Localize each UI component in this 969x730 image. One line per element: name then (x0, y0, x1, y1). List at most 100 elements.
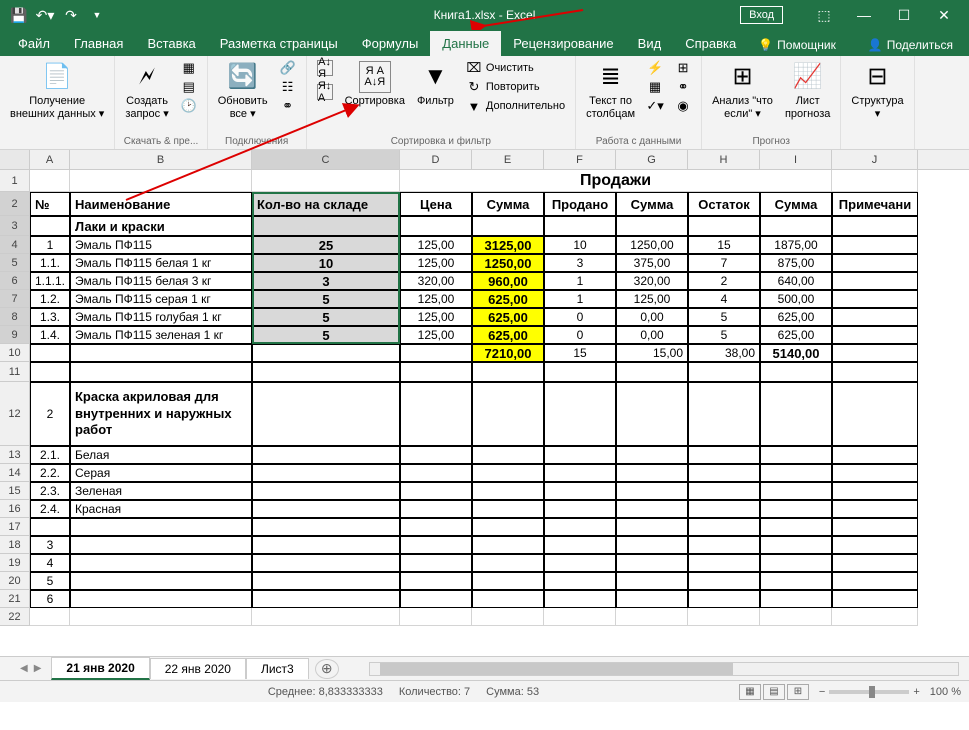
cell-E9[interactable]: 625,00 (472, 326, 544, 344)
cell-A14[interactable]: 2.2. (30, 464, 70, 482)
cell-D17[interactable] (400, 518, 472, 536)
cell-A15[interactable]: 2.3. (30, 482, 70, 500)
cell-F18[interactable] (544, 536, 616, 554)
login-button[interactable]: Вход (740, 6, 783, 24)
view-normal-icon[interactable]: ▦ (739, 684, 761, 700)
col-header-D[interactable]: D (400, 150, 472, 169)
cell-J19[interactable] (832, 554, 918, 572)
cell-B3[interactable]: Лаки и краски (70, 216, 252, 236)
cell-E10[interactable]: 7210,00 (472, 344, 544, 362)
forecast-sheet-button[interactable]: 📈 Лист прогноза (781, 59, 834, 123)
cell-I15[interactable] (760, 482, 832, 500)
cell-G13[interactable] (616, 446, 688, 464)
cell-D3[interactable] (400, 216, 472, 236)
cell-B8[interactable]: Эмаль ПФ115 голубая 1 кг (70, 308, 252, 326)
row-header-2[interactable]: 2 (0, 192, 30, 216)
cell-D21[interactable] (400, 590, 472, 608)
cell-B4[interactable]: Эмаль ПФ115 (70, 236, 252, 254)
cell-I11[interactable] (760, 362, 832, 382)
cell-I9[interactable]: 625,00 (760, 326, 832, 344)
tab-data[interactable]: Данные (430, 31, 501, 56)
cell-H18[interactable] (688, 536, 760, 554)
cell-E7[interactable]: 625,00 (472, 290, 544, 308)
filter-button[interactable]: ▼ Фильтр (413, 59, 458, 110)
view-layout-icon[interactable]: ▤ (763, 684, 785, 700)
cell-G17[interactable] (616, 518, 688, 536)
cell-J3[interactable] (832, 216, 918, 236)
cell-E13[interactable] (472, 446, 544, 464)
cell-D1[interactable]: Продажи (400, 170, 832, 192)
cell-E21[interactable] (472, 590, 544, 608)
tab-review[interactable]: Рецензирование (501, 31, 625, 56)
cell-J8[interactable] (832, 308, 918, 326)
cell-B12[interactable]: Краска акриловая для внутренних и наружн… (70, 382, 252, 446)
cell-D6[interactable]: 320,00 (400, 272, 472, 290)
cell-C5[interactable]: 10 (252, 254, 400, 272)
cell-A3[interactable] (30, 216, 70, 236)
row-header-22[interactable]: 22 (0, 608, 30, 626)
cell-A21[interactable]: 6 (30, 590, 70, 608)
cell-J13[interactable] (832, 446, 918, 464)
tab-file[interactable]: Файл (6, 31, 62, 56)
cell-J22[interactable] (832, 608, 918, 626)
cell-G11[interactable] (616, 362, 688, 382)
cell-C15[interactable] (252, 482, 400, 500)
next-sheet-icon[interactable]: ▶ (34, 663, 42, 674)
cell-H2[interactable]: Остаток (688, 192, 760, 216)
cell-E2[interactable]: Сумма (472, 192, 544, 216)
row-header-13[interactable]: 13 (0, 446, 30, 464)
cell-I10[interactable]: 5140,00 (760, 344, 832, 362)
cell-E12[interactable] (472, 382, 544, 446)
cell-D2[interactable]: Цена (400, 192, 472, 216)
cell-H16[interactable] (688, 500, 760, 518)
cell-I8[interactable]: 625,00 (760, 308, 832, 326)
zoom-slider[interactable] (829, 690, 909, 694)
cell-B13[interactable]: Белая (70, 446, 252, 464)
row-header-15[interactable]: 15 (0, 482, 30, 500)
cell-B6[interactable]: Эмаль ПФ115 белая 3 кг (70, 272, 252, 290)
cell-H3[interactable] (688, 216, 760, 236)
cell-F20[interactable] (544, 572, 616, 590)
cell-A2[interactable]: № (30, 192, 70, 216)
cell-H9[interactable]: 5 (688, 326, 760, 344)
cell-E18[interactable] (472, 536, 544, 554)
cell-A19[interactable]: 4 (30, 554, 70, 572)
row-header-14[interactable]: 14 (0, 464, 30, 482)
cell-E5[interactable]: 1250,00 (472, 254, 544, 272)
row-header-16[interactable]: 16 (0, 500, 30, 518)
cell-D18[interactable] (400, 536, 472, 554)
cell-F3[interactable] (544, 216, 616, 236)
cell-F2[interactable]: Продано (544, 192, 616, 216)
cell-A5[interactable]: 1.1. (30, 254, 70, 272)
row-header-8[interactable]: 8 (0, 308, 30, 326)
cell-D4[interactable]: 125,00 (400, 236, 472, 254)
cell-I13[interactable] (760, 446, 832, 464)
cell-E19[interactable] (472, 554, 544, 572)
cell-H12[interactable] (688, 382, 760, 446)
cell-E6[interactable]: 960,00 (472, 272, 544, 290)
cell-C20[interactable] (252, 572, 400, 590)
cells-grid[interactable]: Продажи№НаименованиеКол-во на складеЦена… (30, 170, 969, 656)
tab-view[interactable]: Вид (626, 31, 674, 56)
cell-H6[interactable]: 2 (688, 272, 760, 290)
col-header-B[interactable]: B (70, 150, 252, 169)
cell-F17[interactable] (544, 518, 616, 536)
cell-C3[interactable] (252, 216, 400, 236)
cell-E8[interactable]: 625,00 (472, 308, 544, 326)
cell-G12[interactable] (616, 382, 688, 446)
recent-sources-button[interactable]: 🕑 (177, 97, 201, 115)
cell-C12[interactable] (252, 382, 400, 446)
cell-E15[interactable] (472, 482, 544, 500)
clear-filter-button[interactable]: ⌧Очистить (462, 59, 569, 77)
row-header-19[interactable]: 19 (0, 554, 30, 572)
prev-sheet-icon[interactable]: ◀ (20, 663, 28, 674)
cell-F10[interactable]: 15 (544, 344, 616, 362)
cell-D16[interactable] (400, 500, 472, 518)
cell-D8[interactable]: 125,00 (400, 308, 472, 326)
cell-C6[interactable]: 3 (252, 272, 400, 290)
horizontal-scrollbar[interactable] (369, 662, 959, 676)
tab-formulas[interactable]: Формулы (350, 31, 431, 56)
cell-H10[interactable]: 38,00 (688, 344, 760, 362)
cell-A13[interactable]: 2.1. (30, 446, 70, 464)
cell-G4[interactable]: 1250,00 (616, 236, 688, 254)
